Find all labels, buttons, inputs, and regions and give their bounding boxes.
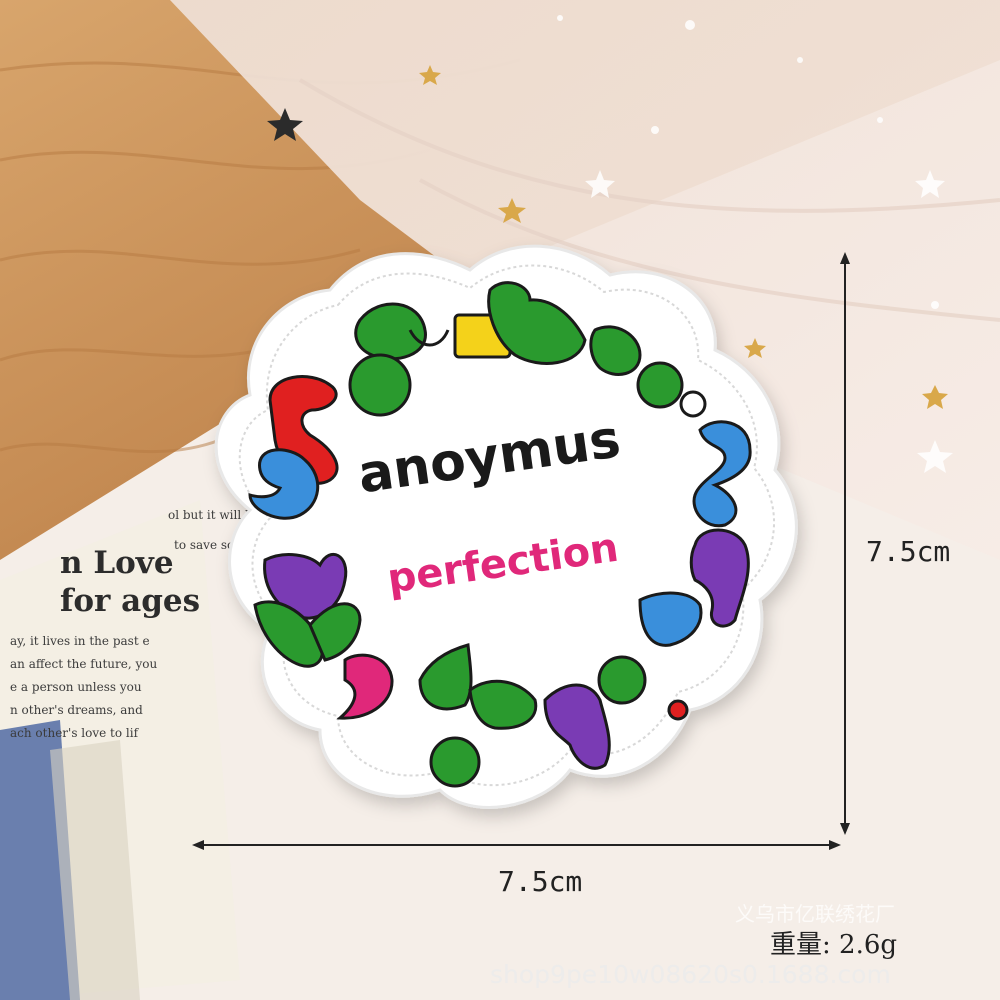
- weight-label: 重量: 2.6g: [770, 930, 898, 960]
- height-label: 7.5cm: [866, 535, 951, 568]
- watermark-shop-name: 义乌市亿联绣花厂: [735, 902, 895, 926]
- watermark-url: shop9pe10w08620s0.1688.com: [490, 960, 891, 989]
- product-photo: ol but it will be once to save someone n…: [0, 0, 1000, 1000]
- dimension-arrows: [192, 252, 850, 850]
- width-label: 7.5cm: [498, 865, 583, 898]
